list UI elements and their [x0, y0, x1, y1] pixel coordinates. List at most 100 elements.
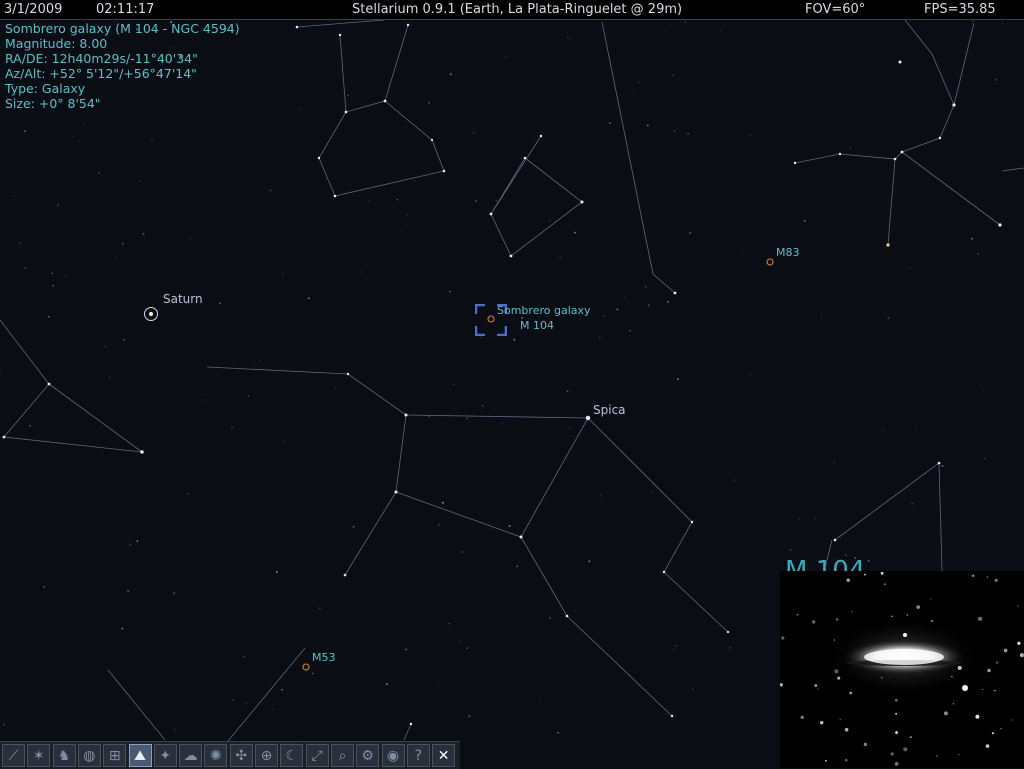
- faint-star: [466, 417, 469, 420]
- faint-star: [798, 518, 800, 520]
- inset-star: [1011, 719, 1013, 721]
- inset-star: [958, 753, 960, 756]
- date-display: 3/1/2009: [4, 2, 63, 17]
- full-screen-icon: ⤢: [311, 748, 323, 764]
- faint-star: [479, 336, 482, 339]
- faint-star: [789, 549, 792, 552]
- inset-star: [910, 736, 912, 739]
- object-name: Sombrero galaxy (M 104 - NGC 4594): [5, 21, 240, 36]
- faint-star: [673, 130, 676, 132]
- faint-star: [803, 220, 806, 222]
- cardinal-points-icon: ✦: [159, 748, 172, 764]
- azimuthal-grid-button[interactable]: ⊞: [103, 744, 127, 767]
- night-mode-button[interactable]: ☾: [280, 744, 304, 767]
- faint-star: [569, 427, 571, 429]
- faint-star: [190, 238, 192, 240]
- faint-star: [566, 390, 569, 393]
- inset-star: [916, 605, 921, 609]
- faint-star: [204, 399, 206, 401]
- equatorial-mount-button[interactable]: ✣: [229, 744, 253, 767]
- inset-star: [781, 636, 785, 640]
- object-type: Type: Galaxy: [5, 81, 86, 96]
- faint-star: [253, 367, 255, 369]
- faint-star: [121, 627, 124, 630]
- m104-label[interactable]: M 104: [520, 319, 554, 332]
- constellation-art-button[interactable]: ♞: [52, 744, 76, 767]
- configuration-button[interactable]: ⚙: [356, 744, 380, 767]
- inset-star: [930, 598, 932, 600]
- m53-label[interactable]: M53: [312, 651, 336, 664]
- faint-star: [71, 135, 73, 137]
- faint-star: [669, 25, 671, 27]
- constellation-lines-button[interactable]: ⟋: [2, 744, 25, 767]
- inset-star: [1017, 605, 1019, 607]
- nebulae-button[interactable]: ✺: [204, 744, 228, 767]
- faint-star: [428, 101, 430, 104]
- faint-star: [867, 559, 870, 562]
- help-button[interactable]: ?: [406, 744, 430, 767]
- faint-star: [245, 702, 247, 704]
- inset-star: [906, 614, 908, 616]
- faint-star: [282, 441, 284, 442]
- faint-star: [307, 297, 310, 300]
- faint-star: [629, 329, 631, 332]
- app-title: Stellarium 0.9.1 (Earth, La Plata-Ringue…: [352, 2, 683, 17]
- faint-star: [29, 425, 31, 427]
- constellation-lines-icon: ⟋: [8, 748, 19, 764]
- inset-star: [996, 661, 999, 664]
- equatorial-grid-button[interactable]: ◍: [77, 744, 101, 767]
- faint-star: [299, 108, 301, 110]
- equatorial-mount-icon: ✣: [235, 748, 248, 764]
- faint-star: [970, 237, 974, 240]
- faint-star: [473, 131, 475, 134]
- full-screen-button[interactable]: ⤢: [305, 744, 329, 767]
- faint-star: [231, 426, 233, 429]
- sombrero-label[interactable]: Sombrero galaxy: [497, 304, 591, 317]
- inset-star: [891, 615, 893, 618]
- spica-label[interactable]: Spica: [593, 403, 626, 417]
- ground-icon: ⛰: [134, 748, 146, 764]
- quit-button[interactable]: ✕: [432, 744, 456, 767]
- night-mode-icon: ☾: [285, 748, 299, 764]
- faint-star: [720, 30, 722, 31]
- faint-star: [814, 518, 816, 520]
- constellation-names-button[interactable]: ✶: [27, 744, 51, 767]
- faint-star: [13, 196, 15, 198]
- faint-star: [466, 647, 469, 649]
- inset-star: [971, 574, 975, 578]
- search-button[interactable]: ⌕: [330, 744, 354, 767]
- faint-star: [624, 296, 626, 298]
- inset-star: [839, 718, 841, 721]
- inset-star: [895, 731, 899, 734]
- atmosphere-icon: ☁: [183, 748, 198, 764]
- center-on-object-button[interactable]: ⊕: [255, 744, 278, 767]
- inset-star: [863, 573, 866, 576]
- ocular-button[interactable]: ◉: [381, 744, 405, 767]
- saturn-marker[interactable]: [144, 307, 158, 321]
- search-icon: ⌕: [338, 748, 347, 764]
- inset-star: [894, 761, 899, 766]
- status-bar: 3/1/2009 02:11:17 Stellarium 0.9.1 (Eart…: [0, 0, 1024, 20]
- faint-star: [335, 387, 337, 388]
- faint-star: [651, 490, 653, 493]
- sombrero-galaxy-image: [780, 571, 1024, 768]
- inset-star: [819, 720, 824, 725]
- faint-star: [729, 647, 731, 649]
- saturn-label[interactable]: Saturn: [163, 292, 203, 306]
- faint-star: [109, 376, 111, 379]
- faint-star: [57, 204, 59, 206]
- atmosphere-button[interactable]: ☁: [179, 744, 203, 767]
- faint-star: [557, 731, 560, 734]
- faint-star: [275, 571, 278, 573]
- m83-label[interactable]: M83: [776, 246, 800, 259]
- faint-star: [247, 395, 250, 397]
- faint-star: [441, 501, 444, 504]
- faint-star: [749, 373, 751, 375]
- faint-star: [994, 78, 997, 81]
- faint-star: [448, 622, 451, 625]
- time-display: 02:11:17: [96, 2, 155, 17]
- inset-star: [814, 684, 818, 687]
- ground-button[interactable]: ⛰: [128, 744, 152, 767]
- faint-star: [821, 316, 823, 318]
- cardinal-points-button[interactable]: ✦: [153, 744, 177, 767]
